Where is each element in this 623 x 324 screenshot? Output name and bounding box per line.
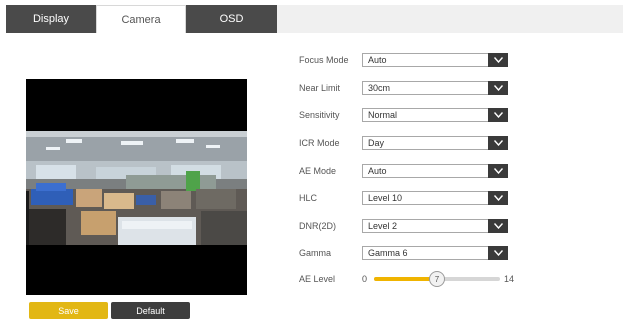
tab-osd[interactable]: OSD — [186, 5, 277, 33]
ae-level-slider[interactable]: 7 — [374, 271, 500, 287]
chevron-down-icon[interactable] — [488, 219, 508, 233]
setting-label: AE Mode — [299, 166, 337, 176]
ae-mode-select[interactable]: Auto — [362, 164, 508, 178]
select-value: Auto — [368, 166, 387, 176]
focus-mode-select[interactable]: Auto — [362, 53, 508, 67]
default-button[interactable]: Default — [111, 302, 190, 319]
setting-label: Near Limit — [299, 83, 341, 93]
setting-ae-level: AE Level 0 7 14 — [299, 271, 514, 287]
select-value: 30cm — [368, 83, 391, 93]
camera-image — [26, 131, 247, 245]
chevron-down-icon[interactable] — [488, 136, 508, 150]
setting-label: AE Level — [299, 274, 336, 284]
gamma-select[interactable]: Gamma 6 — [362, 246, 508, 260]
setting-icr-mode: ICR Mode Day — [299, 136, 508, 150]
chevron-down-icon[interactable] — [488, 108, 508, 122]
setting-label: Sensitivity — [299, 110, 340, 120]
setting-hlc: HLC Level 10 — [299, 191, 508, 205]
select-value: Day — [368, 138, 385, 148]
slider-min-label: 0 — [362, 274, 368, 284]
select-value: Auto — [368, 55, 387, 65]
chevron-down-icon[interactable] — [488, 246, 508, 260]
setting-dnr-2d: DNR(2D) Level 2 — [299, 219, 508, 233]
setting-gamma: Gamma Gamma 6 — [299, 246, 508, 260]
hlc-select[interactable]: Level 10 — [362, 191, 508, 205]
sensitivity-select[interactable]: Normal — [362, 108, 508, 122]
setting-label: Focus Mode — [299, 55, 349, 65]
slider-fill — [374, 277, 437, 281]
chevron-down-icon[interactable] — [488, 53, 508, 67]
select-value: Gamma 6 — [368, 248, 408, 258]
chevron-down-icon[interactable] — [488, 191, 508, 205]
select-value: Normal — [368, 110, 398, 120]
select-value: Level 2 — [368, 221, 398, 231]
chevron-down-icon[interactable] — [488, 81, 508, 95]
slider-thumb[interactable]: 7 — [429, 271, 445, 287]
tab-camera[interactable]: Camera — [96, 5, 186, 33]
setting-ae-mode: AE Mode Auto — [299, 164, 508, 178]
setting-sensitivity: Sensitivity Normal — [299, 108, 508, 122]
setting-label: HLC — [299, 193, 318, 203]
setting-label: DNR(2D) — [299, 221, 336, 231]
setting-label: Gamma — [299, 248, 332, 258]
near-limit-select[interactable]: 30cm — [362, 81, 508, 95]
dnr-2d-select[interactable]: Level 2 — [362, 219, 508, 233]
tab-display[interactable]: Display — [6, 5, 96, 33]
setting-label: ICR Mode — [299, 138, 340, 148]
select-value: Level 10 — [368, 193, 403, 203]
icr-mode-select[interactable]: Day — [362, 136, 508, 150]
slider-value-label: 7 — [434, 274, 440, 284]
setting-focus-mode: Focus Mode Auto — [299, 53, 508, 67]
slider-max-label: 14 — [504, 274, 515, 284]
save-button[interactable]: Save — [29, 302, 108, 319]
setting-near-limit: Near Limit 30cm — [299, 81, 508, 95]
chevron-down-icon[interactable] — [488, 164, 508, 178]
video-preview — [26, 79, 247, 295]
